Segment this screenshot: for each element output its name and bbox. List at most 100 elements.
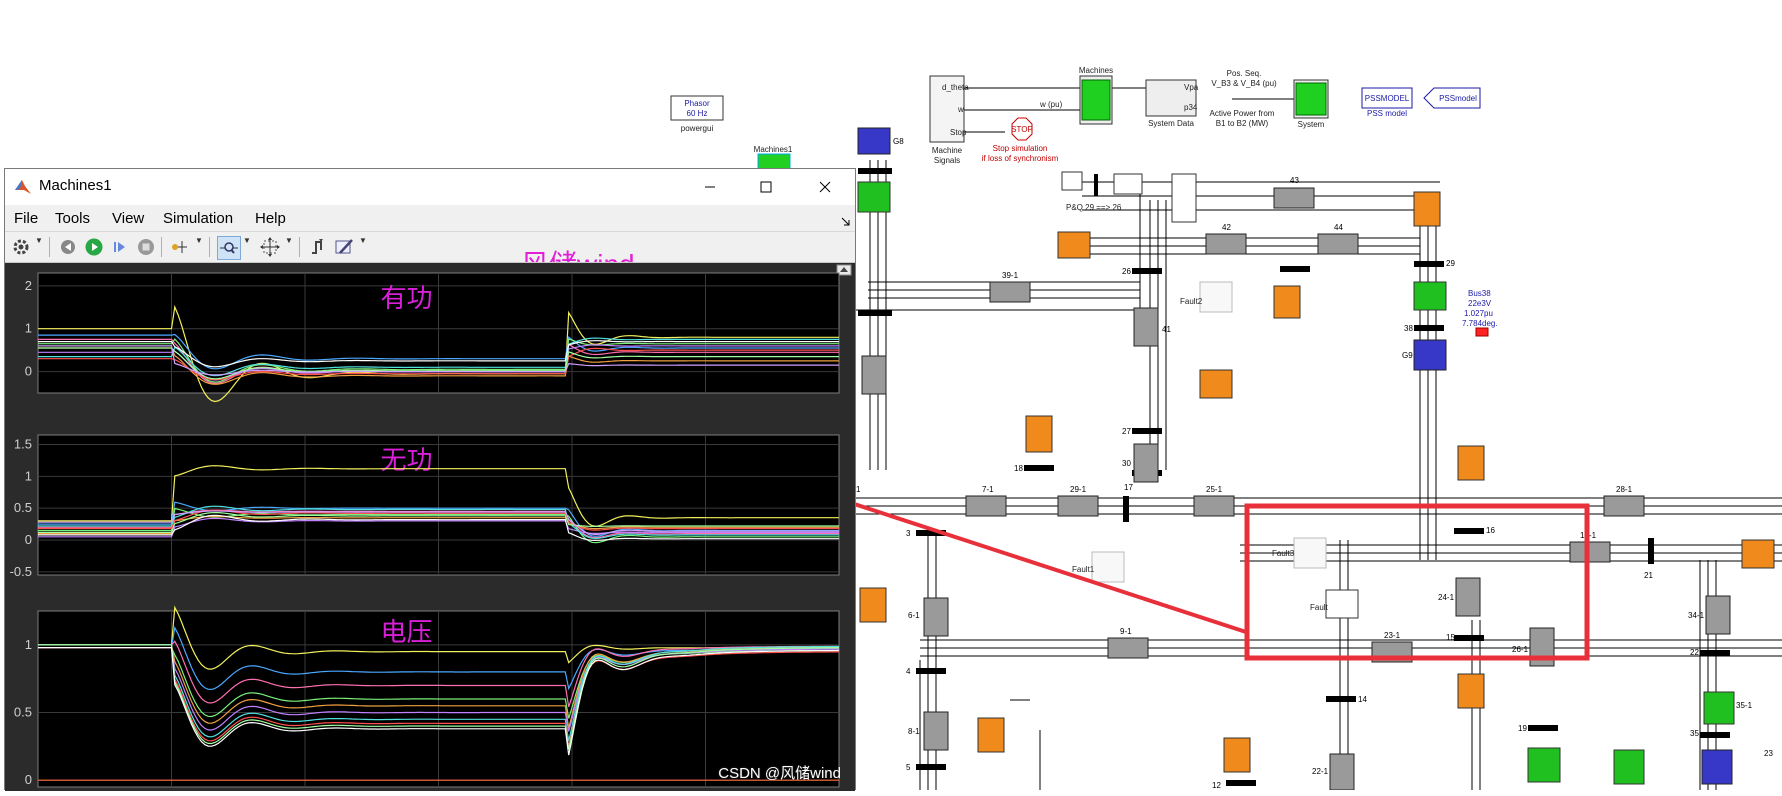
matlab-logo-icon — [15, 180, 31, 194]
fault-label: Fault2 — [1180, 297, 1203, 306]
y-tick-label: 0 — [25, 532, 32, 547]
style-button[interactable] — [333, 236, 355, 258]
settings-dropdown-icon[interactable]: ▼ — [35, 236, 43, 245]
bus-label: 38 — [1404, 324, 1413, 333]
bus-label: G8 — [893, 137, 904, 146]
close-button[interactable] — [812, 174, 838, 200]
bus-label: 26-1 — [1512, 645, 1529, 654]
bus-label: 5 — [906, 763, 911, 772]
title-bar[interactable]: Machines1 — [5, 169, 855, 205]
y-tick-label: -0.5 — [10, 564, 32, 579]
fault-label: Fault1 — [1072, 565, 1095, 574]
bus-label: 3 — [906, 529, 911, 538]
stop-caption: Stop simulation — [993, 144, 1048, 153]
minimize-button[interactable] — [697, 174, 723, 200]
demux-port-label: w — [957, 105, 964, 114]
bus-label: 28-1 — [1616, 485, 1633, 494]
machines1-block-label: Machines1 — [754, 145, 793, 154]
machine-signals-caption: Machine — [932, 146, 963, 155]
bus-label: 9-1 — [1120, 627, 1132, 636]
zoom-dropdown-icon[interactable]: ▼ — [243, 236, 251, 245]
y-tick-label: 0.5 — [14, 500, 32, 515]
y-tick-label: 0 — [25, 772, 32, 787]
play-icon — [85, 238, 103, 256]
autoscale-dropdown-icon[interactable]: ▼ — [285, 236, 293, 245]
bus-label: 23-1 — [1384, 631, 1401, 640]
scope-figure-window[interactable]: Machines1 File Tools View Simulation Hel… — [4, 168, 856, 791]
y-tick-label: 1 — [25, 321, 32, 336]
menu-view[interactable]: View — [112, 210, 144, 227]
fault-label: Fault3 — [1272, 549, 1295, 558]
menu-file[interactable]: File — [14, 210, 38, 227]
stop-button[interactable] — [135, 236, 157, 258]
bus-label: 39-1 — [1002, 271, 1019, 280]
scope-plot-area[interactable]: 2 1 0 有功 1.5 1 0.5 0 -0.5 无功 1 0.5 0 电压 — [5, 263, 855, 791]
csdn-watermark: CSDN @风储wind — [718, 765, 841, 782]
bus-label: 23 — [1764, 749, 1773, 758]
bus-label: 27 — [1122, 427, 1131, 436]
demux-port-label: Stop — [950, 128, 967, 137]
stop-caption: if loss of synchronism — [982, 154, 1059, 163]
bus-label: 42 — [1222, 223, 1231, 232]
fault-label: Fault — [1310, 603, 1329, 612]
signal-selector-dropdown-icon[interactable]: ▼ — [195, 236, 203, 245]
stop-icon — [138, 239, 154, 255]
signal-selector-button[interactable] — [169, 236, 191, 258]
bus-label: 16 — [1486, 526, 1495, 535]
menu-tools[interactable]: Tools — [55, 210, 90, 227]
menu-bar: File Tools View Simulation Help 风储wind — [5, 205, 855, 280]
scope-axes[interactable]: 1 0.5 0 电压 — [14, 605, 840, 788]
step-forward-button[interactable] — [109, 236, 131, 258]
maximize-button[interactable] — [753, 174, 779, 200]
bus-label: 43 — [1290, 176, 1299, 185]
bus-label: 6-1 — [908, 611, 920, 620]
undock-icon[interactable] — [841, 217, 851, 227]
step-forward-icon — [114, 242, 125, 252]
y-tick-label: 1 — [25, 468, 32, 483]
bus-label: 15 — [1446, 633, 1455, 642]
y-tick-label: 2 — [25, 278, 32, 293]
bus38-voltage: 22e3V — [1468, 299, 1492, 308]
scope-axes[interactable]: 1.5 1 0.5 0 -0.5 无功 — [10, 434, 840, 579]
bus-label: 14 — [1358, 695, 1367, 704]
plot-title: 无功 — [380, 446, 432, 476]
bus-label: 29 — [1446, 259, 1455, 268]
bus-label: 28 — [1298, 265, 1307, 274]
zoom-button[interactable] — [217, 236, 241, 260]
style-dropdown-icon[interactable]: ▼ — [359, 236, 367, 245]
machines-scope-label: Machines — [1079, 66, 1113, 75]
bus-label: 25-1 — [1206, 485, 1223, 494]
autoscale-button[interactable] — [259, 236, 281, 258]
trigger-button[interactable] — [307, 236, 329, 258]
bus-label: 34-1 — [1688, 611, 1705, 620]
system-data-port: Vpa — [1184, 83, 1199, 92]
bus-label: 22 — [1690, 648, 1699, 657]
w-pu-label: w (pu) — [1039, 100, 1063, 109]
bus-label: 26 — [1122, 267, 1131, 276]
close-icon — [819, 181, 831, 193]
y-tick-label: 1 — [25, 637, 32, 652]
settings-button[interactable] — [10, 236, 32, 258]
step-back-button[interactable] — [57, 236, 79, 258]
bus-label: 44 — [1334, 223, 1343, 232]
machine-signals-caption: Signals — [934, 156, 960, 165]
scope-axes[interactable]: 2 1 0 有功 — [25, 272, 840, 403]
bus-label: 35 — [1690, 729, 1699, 738]
run-button[interactable] — [83, 236, 105, 258]
menu-help[interactable]: Help — [255, 210, 286, 227]
bus38-pu: 1.027pu — [1464, 309, 1493, 318]
bus-label: 22-1 — [1312, 767, 1329, 776]
menu-simulation[interactable]: Simulation — [163, 210, 233, 227]
demux-port-label: d_theta — [942, 83, 969, 92]
y-tick-label: 1.5 — [14, 437, 32, 452]
plot-title: 有功 — [380, 284, 432, 314]
bus-label: 4 — [906, 667, 911, 676]
gear-icon — [13, 239, 29, 255]
y-tick-label: 0 — [25, 364, 32, 379]
pq-label: P&Q 29 ==> 26 — [1066, 203, 1122, 212]
bus-label: 24-1 — [1438, 593, 1455, 602]
toolbar: ▼ ▼ ▼ ▼ ▼ — [5, 231, 855, 263]
pos-seq-label: Pos. Seq. — [1227, 69, 1262, 78]
pss-block-label: PSSMODEL — [1365, 94, 1410, 103]
system-data-port: p34 — [1184, 103, 1198, 112]
